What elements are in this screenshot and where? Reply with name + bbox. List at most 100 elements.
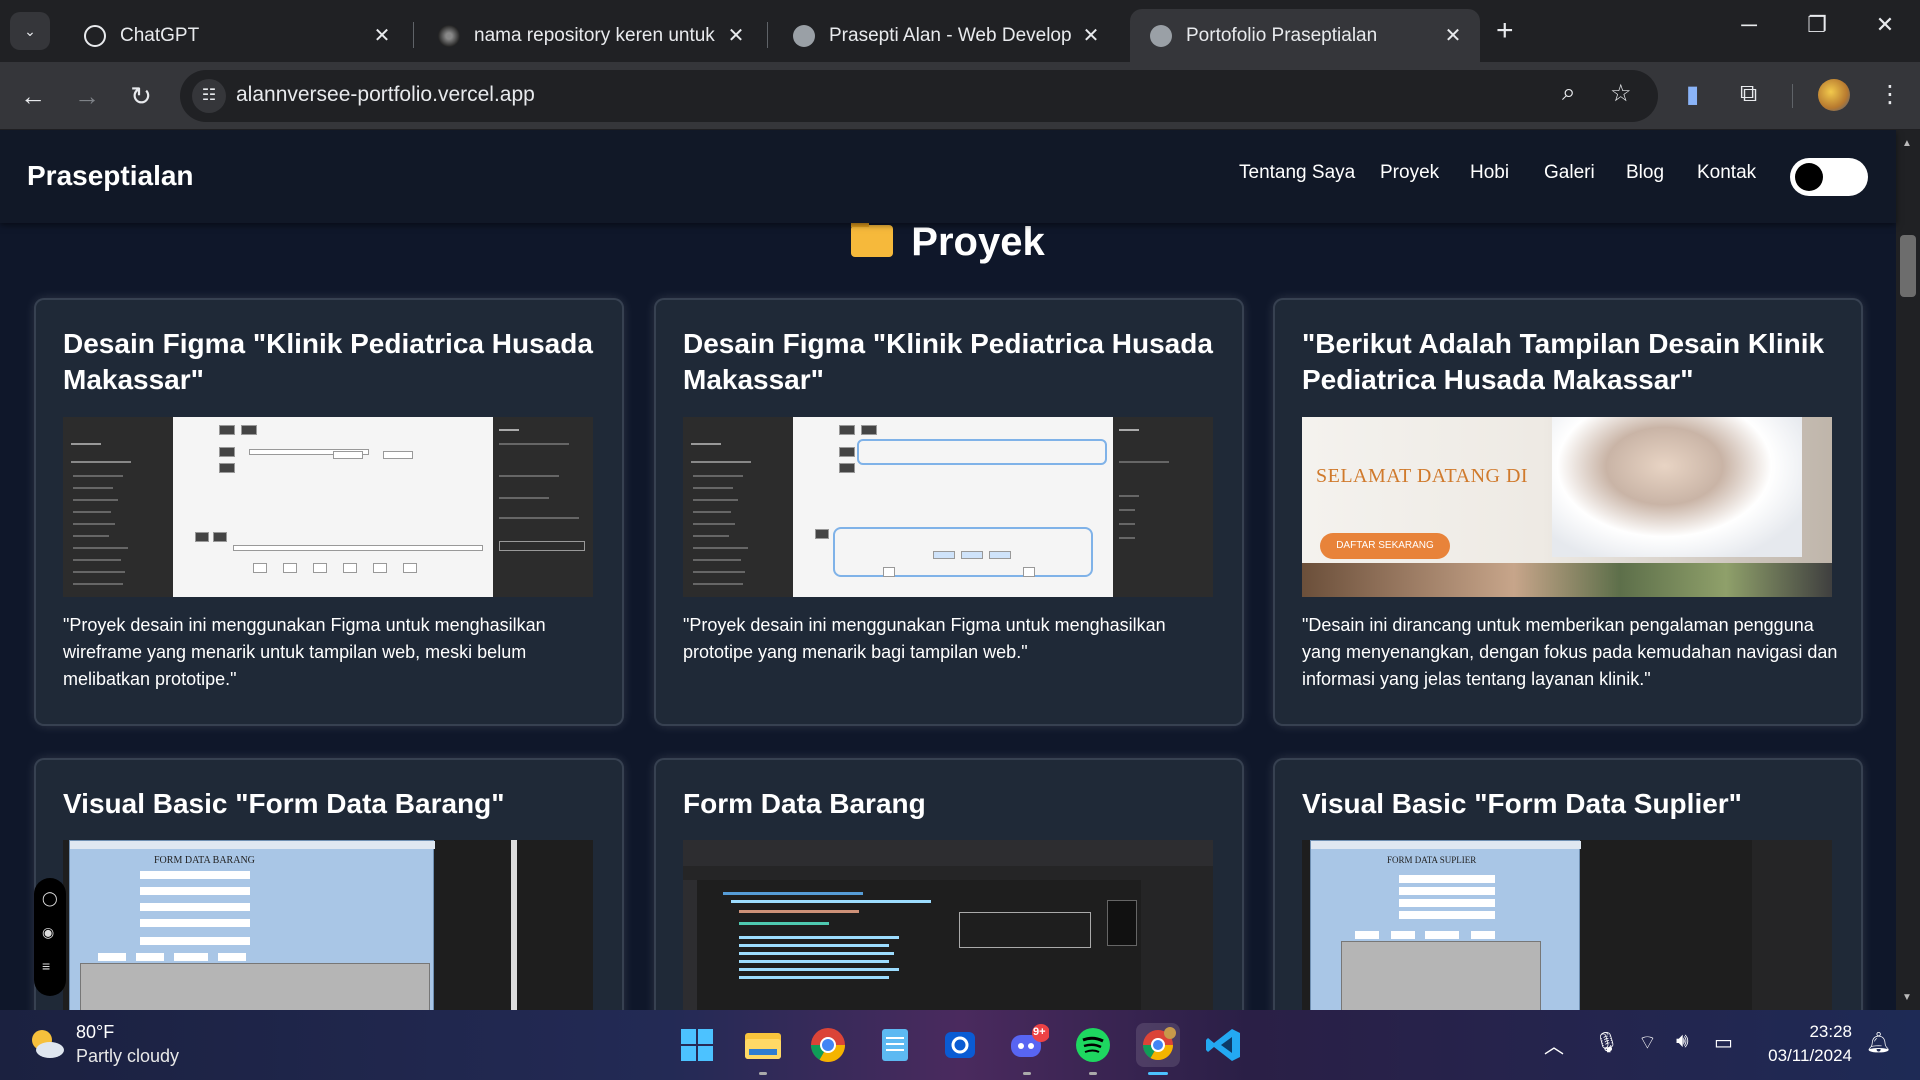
vb-form-suplier-screenshot: FORM DATA SUPLIER <box>1302 840 1832 1010</box>
figma-canvas <box>173 417 493 597</box>
project-card[interactable]: Desain Figma "Klinik Pediatrica Husada M… <box>656 300 1242 724</box>
partly-cloudy-icon[interactable] <box>26 1024 66 1064</box>
tab-separator <box>767 22 768 48</box>
site-info-icon[interactable]: ☷ <box>192 79 226 113</box>
project-card[interactable]: Desain Figma "Klinik Pediatrica Husada M… <box>36 300 622 724</box>
nav-link-hobi[interactable]: Hobi <box>1470 162 1509 184</box>
folder-icon <box>851 218 894 257</box>
tab-title: ChatGPT <box>120 24 200 46</box>
weather-description[interactable]: Partly cloudy <box>76 1046 179 1067</box>
scrollbar-thumb[interactable] <box>1900 235 1916 297</box>
back-arrow-icon[interactable]: ← <box>16 80 50 114</box>
restore-icon[interactable]: ❐ <box>1797 12 1837 38</box>
project-card[interactable]: Visual Basic "Form Data Barang" FORM DAT… <box>36 760 622 1010</box>
chevron-up-icon[interactable]: ︿ <box>1544 1030 1564 1059</box>
clock-date: 03/11/2024 <box>1768 1046 1852 1065</box>
file-explorer-icon[interactable] <box>741 1023 785 1067</box>
vscode-icon[interactable] <box>1202 1023 1246 1067</box>
notification-bell-icon[interactable]: 🔔︎ <box>1866 1030 1891 1055</box>
bookmark-star-icon[interactable]: ☆ <box>1610 79 1632 108</box>
extensions-puzzle-icon[interactable]: ⧉ <box>1740 80 1757 108</box>
close-tab-icon[interactable]: ✕ <box>725 23 747 48</box>
discord-icon[interactable]: 9+ <box>1005 1023 1050 1067</box>
scroll-up-icon[interactable]: ▲ <box>1902 138 1912 149</box>
close-tab-icon[interactable]: ✕ <box>371 23 393 48</box>
figma-properties-panel <box>493 417 593 597</box>
figma-prototype-screenshot <box>683 417 1213 597</box>
page-viewport: Praseptialan Tentang Saya Proyek Hobi Ga… <box>0 130 1920 1010</box>
theme-toggle[interactable] <box>1790 158 1868 196</box>
chrome-icon[interactable] <box>806 1023 850 1067</box>
running-indicator <box>759 1072 767 1075</box>
system-clock[interactable]: 23:28 03/11/2024 <box>1752 1020 1852 1068</box>
wifi-icon[interactable]: ⌔ <box>1638 1030 1657 1055</box>
profile-avatar[interactable] <box>1818 79 1850 111</box>
floating-side-toolbar: ◯ ◉ ≡ <box>34 878 66 996</box>
project-card[interactable]: Visual Basic "Form Data Suplier" FORM DA… <box>1275 760 1861 1010</box>
running-indicator <box>1089 1072 1097 1075</box>
weather-temperature[interactable]: 80°F <box>76 1022 114 1043</box>
clinic-homepage-screenshot: SELAMAT DATANG DI DAFTAR SEKARANG <box>1302 417 1832 597</box>
reload-icon[interactable]: ↻ <box>124 80 158 114</box>
snipping-tool-icon[interactable] <box>938 1023 982 1067</box>
clipboard-extension-icon[interactable]: ▮ <box>1686 80 1699 109</box>
browser-toolbar: ← → ↻ ☷ alannversee-portfolio.vercel.app… <box>0 62 1920 130</box>
card-title: Desain Figma "Klinik Pediatrica Husada M… <box>63 328 593 395</box>
windows-start-icon[interactable] <box>675 1023 719 1067</box>
vb-datagrid <box>80 963 430 1010</box>
chat-icon[interactable]: ◯ <box>42 890 58 907</box>
tab-title: nama repository keren untuk portofolio <box>474 24 717 46</box>
nav-link-blog[interactable]: Blog <box>1626 162 1664 184</box>
close-window-icon[interactable]: ✕ <box>1865 12 1905 38</box>
project-card[interactable]: Form Data Barang <box>656 760 1242 1010</box>
tab-portofolio[interactable]: Portofolio Praseptialan ✕ <box>1130 9 1480 62</box>
nav-link-kontak[interactable]: Kontak <box>1697 162 1756 184</box>
tab-search-button[interactable]: ⌄ <box>10 12 50 50</box>
card-description: "Desain ini dirancang untuk memberikan p… <box>1302 615 1838 689</box>
vb-form-window: FORM DATA SUPLIER <box>1310 840 1581 1010</box>
new-tab-button[interactable]: + <box>1496 14 1514 48</box>
tab-prasepti-alan[interactable]: Prasepti Alan - Web Developer ✕ <box>773 9 1118 62</box>
site-brand[interactable]: Praseptialan <box>27 160 194 192</box>
figma-canvas <box>793 417 1113 597</box>
active-indicator <box>1148 1072 1168 1075</box>
nav-link-galeri[interactable]: Galeri <box>1544 162 1595 184</box>
forward-arrow-icon[interactable]: → <box>70 80 104 114</box>
nav-link-tentang-saya[interactable]: Tentang Saya <box>1239 162 1355 184</box>
project-card[interactable]: "Berikut Adalah Tampilan Desain Klinik P… <box>1275 300 1861 724</box>
chrome-profile-icon[interactable] <box>1136 1023 1180 1067</box>
minimize-icon[interactable]: ─ <box>1729 12 1769 38</box>
zoom-icon[interactable]: ⌕ <box>1562 79 1575 107</box>
scroll-down-icon[interactable]: ▼ <box>1902 992 1912 1003</box>
url-text[interactable]: alannversee-portfolio.vercel.app <box>236 83 535 107</box>
nav-link-proyek[interactable]: Proyek <box>1380 162 1439 184</box>
photo-strip <box>1302 563 1832 597</box>
card-title: "Berikut Adalah Tampilan Desain Klinik P… <box>1302 328 1825 395</box>
discord-notification-badge: 9+ <box>1033 1026 1046 1038</box>
visual-studio-code-screenshot <box>683 840 1213 1010</box>
tab-repository[interactable]: nama repository keren untuk portofolio ✕ <box>418 9 763 62</box>
eye-icon[interactable]: ◉ <box>42 924 54 941</box>
globe-icon <box>1150 24 1172 47</box>
menu-kebab-icon[interactable]: ⋮ <box>1878 80 1902 109</box>
notepad-icon[interactable] <box>873 1023 917 1067</box>
figma-layers-panel <box>63 417 173 597</box>
page-scrollbar[interactable]: ▲ ▼ <box>1896 130 1920 1010</box>
tab-title: Prasepti Alan - Web Developer <box>829 24 1072 46</box>
address-bar[interactable]: ☷ alannversee-portfolio.vercel.app ⌕ ☆ <box>180 70 1658 122</box>
clock-time: 23:28 <box>1809 1022 1852 1041</box>
tab-chatgpt[interactable]: ChatGPT ✕ <box>64 9 409 62</box>
card-title: Desain Figma "Klinik Pediatrica Husada M… <box>683 328 1213 395</box>
microphone-icon[interactable]: 🎙︎ <box>1594 1030 1619 1055</box>
battery-icon[interactable]: ▭ <box>1714 1030 1733 1055</box>
figma-properties-panel <box>1113 417 1213 597</box>
perplexity-icon <box>438 24 460 47</box>
card-description: "Proyek desain ini menggunakan Figma unt… <box>63 615 546 689</box>
tab-separator <box>413 22 414 48</box>
close-tab-icon[interactable]: ✕ <box>1442 23 1464 48</box>
spotify-icon[interactable] <box>1071 1023 1115 1067</box>
close-tab-icon[interactable]: ✕ <box>1080 23 1102 48</box>
volume-icon[interactable]: 🔊︎ <box>1676 1030 1689 1053</box>
list-icon[interactable]: ≡ <box>42 958 50 974</box>
card-title: Visual Basic "Form Data Suplier" <box>1302 788 1742 819</box>
